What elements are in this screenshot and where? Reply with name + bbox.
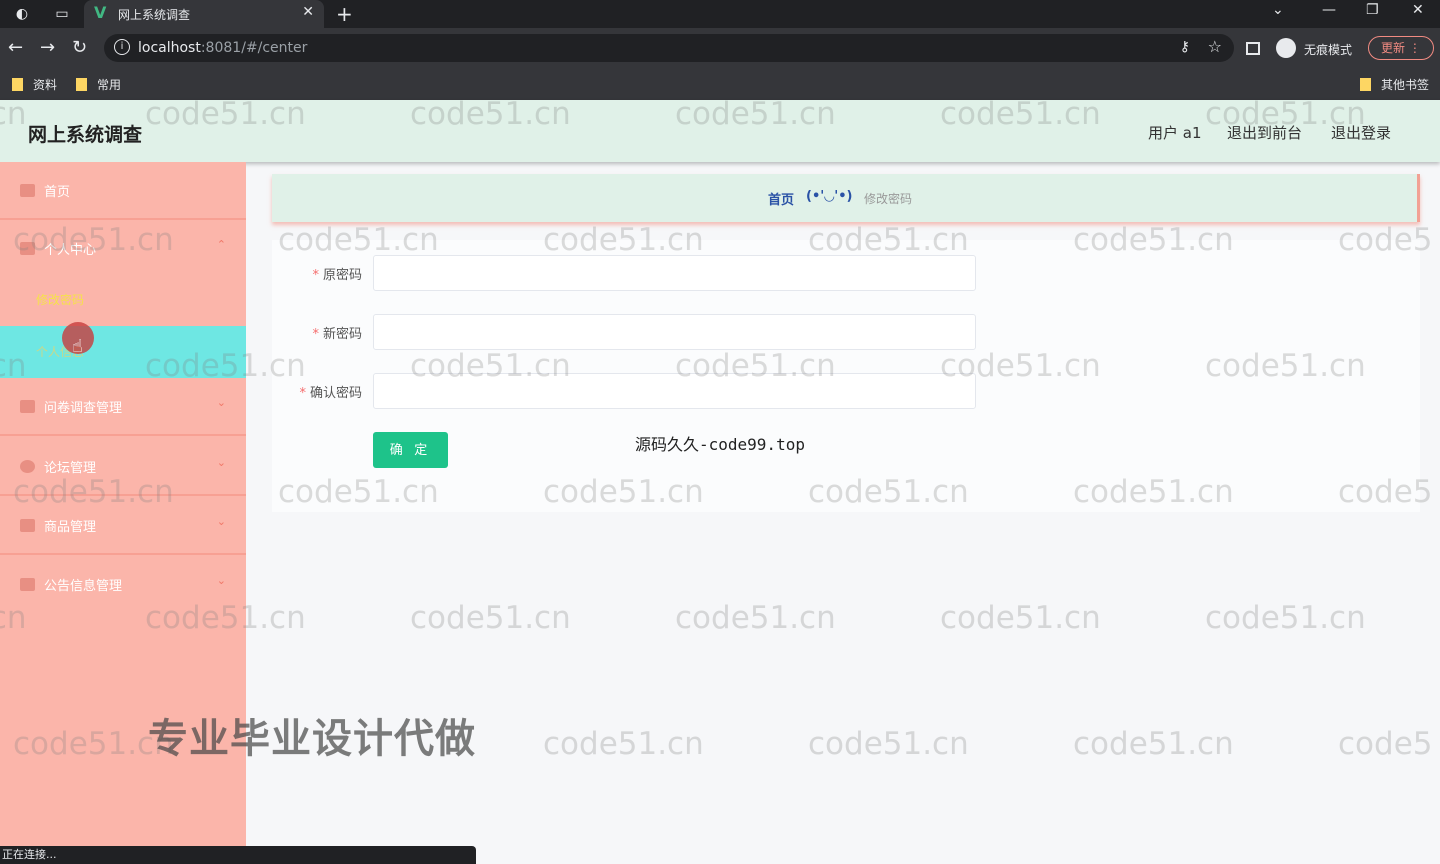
watermark: code51.cn <box>543 726 704 762</box>
sidebar-item-label: 公告信息管理 <box>44 579 123 594</box>
product-icon <box>20 519 35 532</box>
chevron-up-icon: ⌃ <box>216 238 226 251</box>
tab-title: 网上系统调查 <box>118 8 191 22</box>
chevron-down-icon: ⌄ <box>216 456 226 469</box>
site-info-icon[interactable]: i <box>114 39 130 55</box>
chevron-down-icon: ⌄ <box>216 574 226 587</box>
browser-status-bar: 正在连接... <box>0 846 476 864</box>
browser-tab[interactable]: V 网上系统调查 ✕ <box>84 0 324 28</box>
confirm-password-input[interactable] <box>373 373 976 409</box>
promo-overlay-text: 专业毕业设计代做 <box>148 716 476 762</box>
sidebar-subitem-personal-info[interactable]: 个人信息 <box>0 326 246 378</box>
side-panel-icon[interactable] <box>1246 42 1260 55</box>
browser-toolbar: ← → ↻ i localhost:8081/#/center ⚷ ☆ 无痕模式… <box>0 28 1440 68</box>
app-title: 网上系统调查 <box>28 124 143 146</box>
new-password-input[interactable] <box>373 314 976 350</box>
watermark: code5 <box>1338 726 1433 762</box>
app-header: 网上系统调查 用户 a1 退出到前台 退出登录 <box>0 100 1440 162</box>
window-close-icon[interactable]: ✕ <box>1412 2 1424 18</box>
sidebar-item-survey[interactable]: 问卷调查管理 ⌄ <box>0 378 246 436</box>
watermark: code51.cn <box>675 600 836 636</box>
sidebar-item-personal-center[interactable]: 个人中心 ⌃ <box>0 220 246 278</box>
close-tab-icon[interactable]: ✕ <box>302 4 314 20</box>
incognito-icon <box>1276 38 1296 58</box>
minimize-icon[interactable]: — <box>1322 2 1336 18</box>
sidebar-item-label: 商品管理 <box>44 520 97 535</box>
sidebar-item-home[interactable]: 首页 <box>0 162 246 220</box>
back-icon[interactable]: ← <box>8 37 23 58</box>
sidebar-item-label: 个人中心 <box>44 243 97 258</box>
sidebar-item-label: 首页 <box>44 185 71 200</box>
update-label: 更新 <box>1381 41 1406 55</box>
update-button[interactable]: 更新 ⋮ <box>1368 36 1434 60</box>
other-bookmarks[interactable]: 其他书签 <box>1360 76 1429 93</box>
folder-icon <box>12 78 23 91</box>
old-password-label: * 原密码 <box>312 268 362 283</box>
logout-link[interactable]: 退出登录 <box>1331 122 1391 143</box>
password-key-icon[interactable]: ⚷ <box>1180 39 1190 55</box>
folder-icon <box>76 78 87 91</box>
breadcrumb-separator-face: (•'◡'•) <box>806 189 853 204</box>
chevron-down-icon: ⌄ <box>216 396 226 409</box>
watermark: code51.cn <box>1073 726 1234 762</box>
confirm-password-label: * 确认密码 <box>299 386 362 401</box>
address-bar[interactable]: i localhost:8081/#/center ⚷ ☆ <box>104 34 1234 62</box>
survey-icon <box>20 400 35 413</box>
tab-overview-icon[interactable]: ▭ <box>52 4 72 24</box>
forward-icon[interactable]: → <box>40 37 55 58</box>
breadcrumb-home[interactable]: 首页 <box>768 189 794 208</box>
reload-icon[interactable]: ↻ <box>72 37 87 58</box>
incognito-label: 无痕模式 <box>1304 43 1353 57</box>
home-icon <box>20 184 35 197</box>
sidebar-item-notice[interactable]: 公告信息管理 ⌄ <box>0 556 246 614</box>
bookmark-star-icon[interactable]: ☆ <box>1208 37 1222 56</box>
new-tab-icon[interactable]: + <box>336 2 353 26</box>
restore-icon[interactable]: ❐ <box>1366 2 1379 18</box>
forum-icon <box>20 460 35 473</box>
source-overlay-text: 源码久久-code99.top <box>635 435 805 454</box>
watermark: code51.cn <box>808 726 969 762</box>
watermark: code51.cn <box>410 600 571 636</box>
breadcrumb: 首页 (•'◡'•) 修改密码 <box>272 174 1420 222</box>
notice-icon <box>20 578 35 591</box>
bookmark-folder-changyong[interactable]: 常用 <box>76 76 121 93</box>
sidebar-subitem-change-password[interactable]: 修改密码 <box>0 274 246 326</box>
browser-menu-icon[interactable]: ◐ <box>12 4 32 24</box>
exit-to-front-link[interactable]: 退出到前台 <box>1227 122 1302 143</box>
chevron-down-icon: ⌄ <box>216 515 226 528</box>
url-host: localhost <box>138 40 201 56</box>
bookmark-folder-ziliao[interactable]: 资料 <box>12 76 57 93</box>
sidebar-subitem-label: 修改密码 <box>36 293 85 307</box>
tab-search-icon[interactable]: ⌄ <box>1272 2 1284 18</box>
submit-button[interactable]: 确 定 <box>373 432 448 468</box>
old-password-input[interactable] <box>373 255 976 291</box>
current-user: 用户 a1 <box>1148 124 1202 142</box>
browser-tabbar: ◐ ▭ V 网上系统调查 ✕ + ⌄ — ❐ ✕ <box>0 0 1440 28</box>
new-password-label: * 新密码 <box>312 327 362 342</box>
sidebar-item-forum[interactable]: 论坛管理 ⌄ <box>0 438 246 496</box>
hand-cursor-icon: ☝ <box>72 336 83 357</box>
url-path: :8081/#/center <box>200 40 308 56</box>
user-icon <box>20 242 35 255</box>
bookmarks-bar: 资料 常用 其他书签 <box>0 68 1440 100</box>
sidebar-item-product[interactable]: 商品管理 ⌄ <box>0 497 246 555</box>
breadcrumb-current: 修改密码 <box>864 192 913 206</box>
folder-icon <box>1360 78 1371 91</box>
sidebar-item-label: 论坛管理 <box>44 461 97 476</box>
watermark: code51.cn <box>1205 600 1366 636</box>
vue-logo-icon: V <box>94 3 107 22</box>
sidebar-item-label: 问卷调查管理 <box>44 401 123 416</box>
watermark: code51.cn <box>940 600 1101 636</box>
